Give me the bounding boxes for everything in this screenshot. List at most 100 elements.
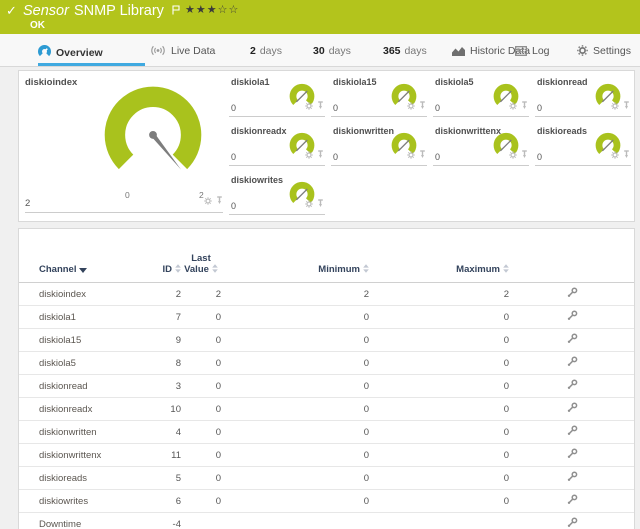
tab-30-days[interactable]: 30 days [313,45,351,57]
table-row[interactable]: diskiola1 7 0 0 0 [19,306,634,329]
gauge-pin-icon[interactable] [216,192,223,209]
edit-channel-wrench-icon[interactable] [567,356,578,370]
tab-overview[interactable]: Overview [38,45,103,61]
small-gauge-title: diskionreadx [231,126,287,136]
small-gauge-panel[interactable]: diskionreadx 0 [229,122,325,166]
edit-channel-wrench-icon[interactable] [567,287,578,301]
gauge-settings-gear-icon[interactable] [509,97,517,114]
tab-label: Settings [593,45,631,57]
tab-log[interactable]: Log [515,45,550,59]
column-header-minimum[interactable]: Minimum [221,264,369,276]
priority-stars[interactable]: ★★★☆☆ [185,3,239,16]
edit-channel-wrench-icon[interactable] [567,379,578,393]
edit-channel-wrench-icon[interactable] [567,448,578,462]
small-gauges-grid: diskiola1 0 diskiola15 0 diskiola5 0 [229,73,631,215]
channel-minimum: 0 [221,450,369,461]
small-gauge-panel[interactable]: diskiola1 0 [229,73,325,117]
gauge-settings-gear-icon[interactable] [204,192,212,209]
channel-minimum: 2 [221,289,369,300]
edit-channel-wrench-icon[interactable] [567,310,578,324]
small-gauge-title: diskiowrites [231,175,283,185]
edit-channel-wrench-icon[interactable] [567,471,578,485]
channel-name: diskionwrittenx [19,450,139,461]
gauge-pin-icon[interactable] [317,97,324,114]
broadcast-icon [150,45,166,59]
table-row[interactable]: diskionreadx 10 0 0 0 [19,398,634,421]
channel-id: 6 [139,496,181,507]
table-row[interactable]: diskiola15 9 0 0 0 [19,329,634,352]
channel-name: diskioindex [19,289,139,300]
small-gauge-title: diskionwritten [333,126,394,136]
table-row[interactable]: diskionwritten 4 0 0 0 [19,421,634,444]
edit-channel-wrench-icon[interactable] [567,517,578,529]
tab-number: 30 [313,45,325,57]
column-header-last-value[interactable]: LastValue [181,253,221,276]
column-label: ID [163,264,173,275]
table-row[interactable]: diskionread 3 0 0 0 [19,375,634,398]
gauge-pin-icon[interactable] [623,97,630,114]
sort-icon [503,264,509,276]
tab-label: days [329,45,351,57]
channel-maximum: 0 [369,358,509,369]
channel-last-value: 0 [181,427,221,438]
table-row[interactable]: diskionwrittenx 11 0 0 0 [19,444,634,467]
sensor-status-bar: ✓ SensorSNMP Library ★★★☆☆ OK [0,0,640,34]
table-row[interactable]: diskioreads 5 0 0 0 [19,467,634,490]
tab-settings[interactable]: Settings [577,45,631,59]
channel-name: Downtime [19,519,139,529]
tab-365-days[interactable]: 365days [383,45,427,57]
small-gauge-panel[interactable]: diskionread 0 [535,73,631,117]
ok-check-icon: ✓ [6,4,17,19]
gauge-settings-gear-icon[interactable] [407,146,415,163]
table-row[interactable]: diskiola5 8 0 0 0 [19,352,634,375]
edit-channel-wrench-icon[interactable] [567,333,578,347]
gauge-settings-gear-icon[interactable] [407,97,415,114]
gauge-settings-gear-icon[interactable] [611,97,619,114]
sort-icon [212,264,218,276]
channel-minimum: 0 [221,358,369,369]
gauge-settings-gear-icon[interactable] [305,146,313,163]
channel-minimum: 0 [221,427,369,438]
table-row[interactable]: diskioindex 2 2 2 2 [19,283,634,306]
tab-2-days[interactable]: 2days [250,45,282,57]
column-header-channel[interactable]: Channel [19,264,139,276]
edit-channel-wrench-icon[interactable] [567,425,578,439]
gauge-settings-gear-icon[interactable] [305,195,313,212]
edit-channel-wrench-icon[interactable] [567,402,578,416]
small-gauge-panel[interactable]: diskiola15 0 [331,73,427,117]
primary-gauge-panel[interactable]: diskioindex 2 0 2 [25,71,223,213]
channel-minimum: 0 [221,404,369,415]
table-row[interactable]: diskiowrites 6 0 0 0 [19,490,634,513]
gauge-pin-icon[interactable] [419,97,426,114]
flag-icon[interactable] [172,2,180,20]
table-row[interactable]: Downtime -4 [19,513,634,529]
gauges-panel: diskioindex 2 0 2 diskiola1 0 diskio [18,70,635,222]
page-title: SensorSNMP Library [23,3,164,19]
tab-number: 365 [383,45,401,57]
column-header-id[interactable]: ID [139,264,181,276]
small-gauge-panel[interactable]: diskionwritten 0 [331,122,427,166]
edit-channel-wrench-icon[interactable] [567,494,578,508]
channel-last-value: 0 [181,381,221,392]
sensor-title: SNMP Library [74,3,164,19]
gauge-pin-icon[interactable] [317,146,324,163]
gauge-settings-gear-icon[interactable] [305,97,313,114]
gauge-pin-icon[interactable] [419,146,426,163]
channel-minimum: 0 [221,381,369,392]
gauge-settings-gear-icon[interactable] [611,146,619,163]
small-gauge-panel[interactable]: diskiowrites 0 [229,171,325,215]
gauge-pin-icon[interactable] [521,97,528,114]
channel-maximum: 0 [369,496,509,507]
gauge-settings-gear-icon[interactable] [509,146,517,163]
gauge-pin-icon[interactable] [623,146,630,163]
tab-label: Live Data [171,45,215,57]
small-gauge-panel[interactable]: diskioreads 0 [535,122,631,166]
small-gauge-panel[interactable]: diskionwrittenx 0 [433,122,529,166]
column-header-maximum[interactable]: Maximum [369,264,509,276]
tab-live-data[interactable]: Live Data [150,45,215,59]
table-body: diskioindex 2 2 2 2 diskiola1 7 0 0 0 di… [19,283,634,529]
gauge-pin-icon[interactable] [521,146,528,163]
gauge-pin-icon[interactable] [317,195,324,212]
small-gauge-value: 0 [537,103,542,113]
small-gauge-panel[interactable]: diskiola5 0 [433,73,529,117]
